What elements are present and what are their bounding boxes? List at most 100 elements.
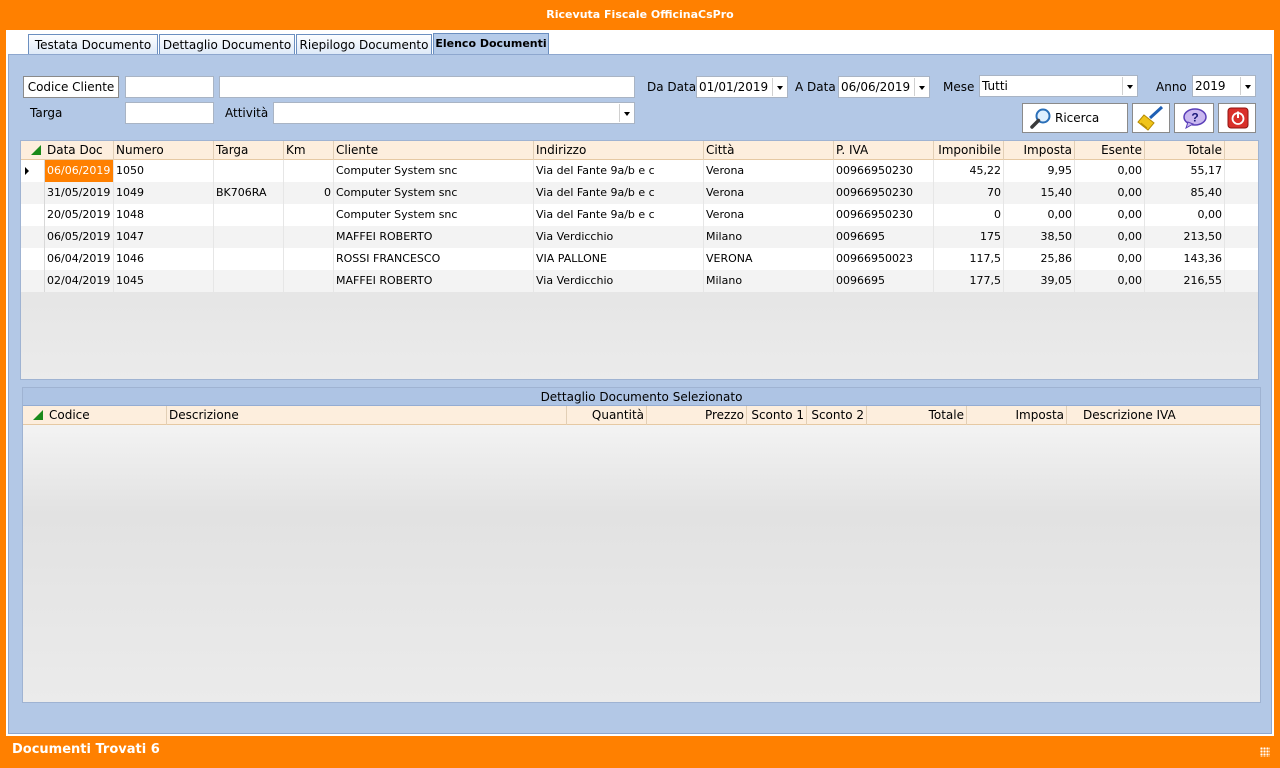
row-header[interactable] [21, 182, 45, 204]
row-header[interactable] [21, 270, 45, 292]
select-all-corner-icon[interactable] [23, 406, 47, 425]
col-totale-detail[interactable]: Totale [867, 406, 967, 425]
cell-cliente[interactable]: ROSSI FRANCESCO [334, 248, 534, 270]
cell-imponibile[interactable]: 45,22 [934, 160, 1004, 182]
cell-data-doc[interactable]: 06/05/2019 [45, 226, 114, 248]
table-row[interactable]: 06/04/2019 1046 ROSSI FRANCESCO VIA PALLONE… [21, 248, 1258, 270]
cell-indirizzo[interactable]: VIA PALLONE [534, 248, 704, 270]
col-descrizione[interactable]: Descrizione [167, 406, 567, 425]
table-row[interactable]: 06/05/2019 1047 MAFFEI ROBERTO Via Verdicch… [21, 226, 1258, 248]
detail-grid[interactable]: Dettaglio Documento Selezionato Codice D… [22, 387, 1261, 703]
cell-citta[interactable]: Verona [704, 182, 834, 204]
cell-p-iva[interactable]: 0096695 [834, 270, 934, 292]
cell-cliente[interactable]: Computer System snc [334, 204, 534, 226]
da-data-picker[interactable]: 01/01/2019 [696, 76, 788, 98]
cell-km[interactable]: 0 [284, 182, 334, 204]
cell-p-iva[interactable]: 00966950023 [834, 248, 934, 270]
cliente-name-input[interactable] [219, 76, 635, 98]
cell-p-iva[interactable]: 00966950230 [834, 160, 934, 182]
cell-indirizzo[interactable]: Via del Fante 9a/b e c [534, 204, 704, 226]
chevron-down-icon[interactable] [914, 78, 928, 96]
cell-cliente[interactable]: Computer System snc [334, 160, 534, 182]
cell-imponibile[interactable]: 117,5 [934, 248, 1004, 270]
chevron-down-icon[interactable] [772, 78, 786, 96]
col-descrizione-iva[interactable]: Descrizione IVA [1067, 406, 1260, 425]
cell-km[interactable] [284, 204, 334, 226]
cell-citta[interactable]: Verona [704, 160, 834, 182]
documents-grid[interactable]: Data Doc Numero Targa Km Cliente Indiriz… [20, 140, 1259, 380]
col-codice[interactable]: Codice [47, 406, 167, 425]
chevron-down-icon[interactable] [619, 104, 633, 122]
codice-cliente-button[interactable]: Codice Cliente [23, 76, 119, 98]
cell-indirizzo[interactable]: Via Verdicchio [534, 226, 704, 248]
cell-data-doc[interactable]: 20/05/2019 [45, 204, 114, 226]
cell-targa[interactable] [214, 270, 284, 292]
cell-imposta[interactable]: 0,00 [1004, 204, 1075, 226]
cell-esente[interactable]: 0,00 [1075, 160, 1145, 182]
attivita-select[interactable] [273, 102, 635, 124]
col-prezzo[interactable]: Prezzo [647, 406, 747, 425]
cell-numero[interactable]: 1048 [114, 204, 214, 226]
cell-indirizzo[interactable]: Via del Fante 9a/b e c [534, 160, 704, 182]
ricerca-button[interactable]: Ricerca [1022, 103, 1128, 133]
cell-esente[interactable]: 0,00 [1075, 204, 1145, 226]
table-row[interactable]: 20/05/2019 1048 Computer System snc Via del… [21, 204, 1258, 226]
chevron-down-icon[interactable] [1122, 77, 1136, 95]
table-row[interactable]: 31/05/2019 1049 BK706RA 0 Computer System sn… [21, 182, 1258, 204]
col-targa[interactable]: Targa [214, 141, 284, 160]
select-all-corner-icon[interactable] [21, 141, 45, 160]
cell-cliente[interactable]: MAFFEI ROBERTO [334, 270, 534, 292]
tab-elenco-documenti[interactable]: Elenco Documenti [433, 33, 549, 55]
cell-targa[interactable] [214, 160, 284, 182]
cell-esente[interactable]: 0,00 [1075, 248, 1145, 270]
cell-imposta[interactable]: 15,40 [1004, 182, 1075, 204]
col-sconto-2[interactable]: Sconto 2 [807, 406, 867, 425]
cell-p-iva[interactable]: 00966950230 [834, 182, 934, 204]
cell-numero[interactable]: 1047 [114, 226, 214, 248]
tab-riepilogo-documento[interactable]: Riepilogo Documento [296, 34, 432, 55]
clear-button[interactable] [1132, 103, 1170, 133]
col-km[interactable]: Km [284, 141, 334, 160]
cell-esente[interactable]: 0,00 [1075, 182, 1145, 204]
col-totale[interactable]: Totale [1145, 141, 1225, 160]
cell-imposta[interactable]: 9,95 [1004, 160, 1075, 182]
table-row[interactable]: 06/06/2019 1050 Computer System snc Via del… [21, 160, 1258, 182]
cell-imponibile[interactable]: 0 [934, 204, 1004, 226]
cell-citta[interactable]: Milano [704, 270, 834, 292]
resize-grip-icon[interactable] [1260, 747, 1270, 757]
cell-data-doc[interactable]: 02/04/2019 [45, 270, 114, 292]
cell-km[interactable] [284, 226, 334, 248]
cell-targa[interactable] [214, 226, 284, 248]
cell-targa[interactable] [214, 248, 284, 270]
cell-citta[interactable]: Milano [704, 226, 834, 248]
table-row[interactable]: 02/04/2019 1045 MAFFEI ROBERTO Via Verdicch… [21, 270, 1258, 292]
col-p-iva[interactable]: P. IVA [834, 141, 934, 160]
chevron-down-icon[interactable] [1240, 77, 1254, 95]
cell-numero[interactable]: 1050 [114, 160, 214, 182]
row-header[interactable] [21, 248, 45, 270]
cell-numero[interactable]: 1049 [114, 182, 214, 204]
cell-indirizzo[interactable]: Via del Fante 9a/b e c [534, 182, 704, 204]
row-header[interactable] [21, 204, 45, 226]
cell-imposta[interactable]: 38,50 [1004, 226, 1075, 248]
cell-totale[interactable]: 85,40 [1145, 182, 1225, 204]
col-imposta-detail[interactable]: Imposta [967, 406, 1067, 425]
cell-km[interactable] [284, 160, 334, 182]
cell-p-iva[interactable]: 0096695 [834, 226, 934, 248]
col-indirizzo[interactable]: Indirizzo [534, 141, 704, 160]
cell-imposta[interactable]: 39,05 [1004, 270, 1075, 292]
col-imposta[interactable]: Imposta [1004, 141, 1075, 160]
mese-select[interactable]: Tutti [979, 75, 1138, 97]
col-sconto-1[interactable]: Sconto 1 [747, 406, 807, 425]
cell-numero[interactable]: 1046 [114, 248, 214, 270]
cell-data-doc[interactable]: 31/05/2019 [45, 182, 114, 204]
cell-totale[interactable]: 216,55 [1145, 270, 1225, 292]
cell-citta[interactable]: VERONA [704, 248, 834, 270]
cell-totale[interactable]: 213,50 [1145, 226, 1225, 248]
targa-input[interactable] [125, 102, 214, 124]
col-quantita[interactable]: Quantità [567, 406, 647, 425]
cell-imponibile[interactable]: 70 [934, 182, 1004, 204]
cell-imponibile[interactable]: 177,5 [934, 270, 1004, 292]
help-button[interactable]: ? [1174, 103, 1214, 133]
codice-cliente-input[interactable] [125, 76, 214, 98]
